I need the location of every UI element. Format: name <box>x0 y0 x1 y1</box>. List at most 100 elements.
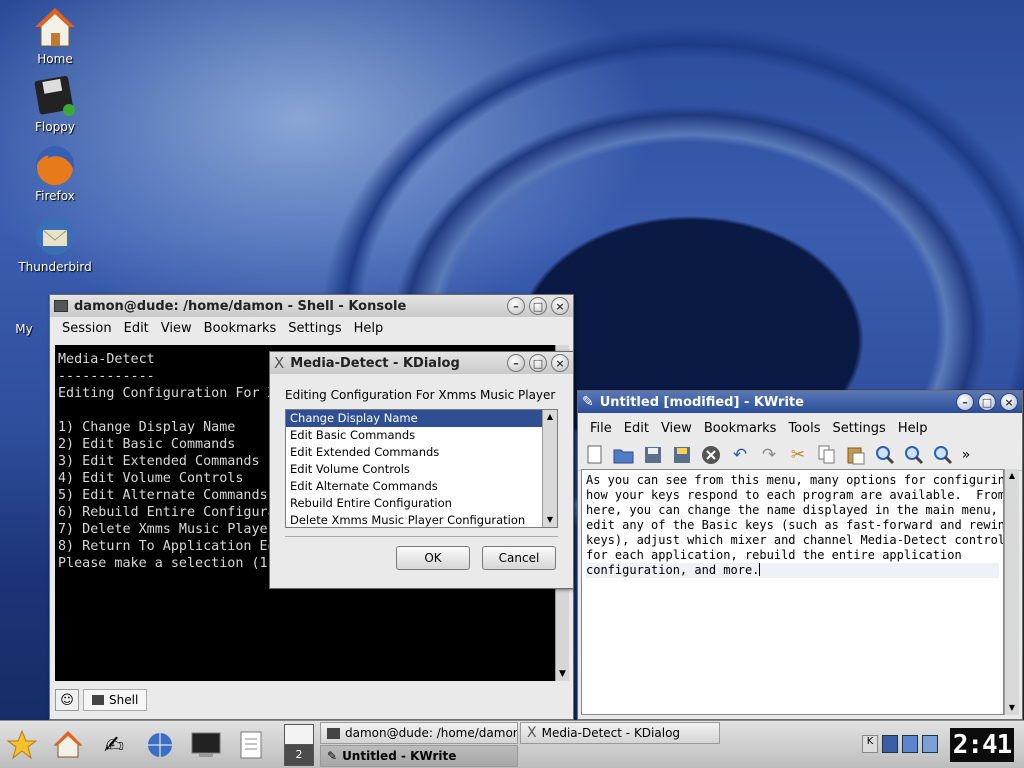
display-settings-icon[interactable] <box>902 735 918 753</box>
maximize-icon[interactable]: □ <box>529 354 547 372</box>
kdialog-window[interactable]: X Media-Detect - KDialog – □ × Editing C… <box>269 351 574 589</box>
options-listbox[interactable]: Change Display Name Edit Basic Commands … <box>285 409 558 528</box>
editor-line: how your keys respond to each program ar… <box>586 488 1004 502</box>
list-item[interactable]: Edit Volume Controls <box>286 461 542 478</box>
home-icon <box>33 6 77 50</box>
keyboard-layout-icon[interactable] <box>882 735 898 753</box>
list-item[interactable]: Edit Basic Commands <box>286 427 542 444</box>
close-document-icon[interactable] <box>698 442 724 468</box>
minimize-icon[interactable]: – <box>507 297 525 315</box>
list-item[interactable]: Edit Extended Commands <box>286 444 542 461</box>
list-item[interactable]: Delete Xmms Music Player Configuration <box>286 512 542 529</box>
menu-view[interactable]: View <box>155 321 198 336</box>
maximize-icon[interactable]: □ <box>529 297 547 315</box>
more-chevron-icon[interactable]: » <box>959 442 973 468</box>
kwrite-titlebar[interactable]: ✎ Untitled [modified] - KWrite – □ × <box>578 391 1022 413</box>
minimize-icon[interactable]: – <box>956 393 974 411</box>
office-launcher-icon[interactable] <box>234 727 270 763</box>
save-icon[interactable] <box>640 442 666 468</box>
tab-label: Shell <box>109 693 139 707</box>
kwrite-window[interactable]: ✎ Untitled [modified] - KWrite – □ × Fil… <box>577 390 1023 720</box>
menu-edit[interactable]: Edit <box>618 421 655 436</box>
pager-desktop-2[interactable]: 2 <box>285 745 313 765</box>
tab-shell[interactable]: Shell <box>83 689 148 711</box>
menu-help[interactable]: Help <box>892 421 934 436</box>
desktop-icon-label: Firefox <box>35 189 75 203</box>
copy-icon[interactable] <box>814 442 840 468</box>
window-title: damon@dude: /home/damon - Shell - Konsol… <box>74 298 407 314</box>
desktop-icon-floppy[interactable]: Floppy <box>10 74 100 134</box>
editor-line: As you can see from this menu, many opti… <box>586 473 1004 487</box>
browser-launcher-icon[interactable] <box>142 727 178 763</box>
klipper-icon[interactable]: K <box>862 735 878 753</box>
menu-session[interactable]: Session <box>56 321 118 336</box>
open-folder-icon[interactable] <box>611 442 637 468</box>
editor-line: here, you can change the name displayed … <box>586 503 998 517</box>
scroll-down-icon[interactable]: ▼ <box>556 667 569 681</box>
konsole-titlebar[interactable]: damon@dude: /home/damon - Shell - Konsol… <box>50 295 573 317</box>
terminal-tab-icon <box>92 695 104 705</box>
desktop-pager[interactable]: 2 <box>284 724 314 766</box>
editor-scrollbar[interactable]: ▲ ▼ <box>1004 469 1019 715</box>
editor-line: edit any of the Basic keys (such as fast… <box>586 518 1004 532</box>
undo-icon[interactable]: ↶ <box>727 442 753 468</box>
scroll-down-icon[interactable]: ▼ <box>1005 701 1019 715</box>
clock[interactable]: 2:41 <box>950 728 1014 762</box>
kdialog-titlebar[interactable]: X Media-Detect - KDialog – □ × <box>270 352 573 374</box>
x-task-icon: X <box>527 725 537 741</box>
menu-view[interactable]: View <box>655 421 698 436</box>
menu-settings[interactable]: Settings <box>826 421 891 436</box>
list-scrollbar[interactable]: ▲ ▼ <box>542 410 557 527</box>
zoom-out-icon[interactable] <box>930 442 956 468</box>
text-editor[interactable]: As you can see from this menu, many opti… <box>581 469 1004 715</box>
task-konsole[interactable]: damon@dude: /home/damon - Shell - Konsol… <box>320 722 518 744</box>
editor-line: configuration, and more. <box>586 563 760 577</box>
menu-settings[interactable]: Settings <box>282 321 347 336</box>
home-launcher-icon[interactable] <box>50 727 86 763</box>
kmenu-star-icon[interactable] <box>4 727 40 763</box>
find-icon[interactable] <box>872 442 898 468</box>
desktop-icon-label: Home <box>37 52 73 66</box>
menu-bookmarks[interactable]: Bookmarks <box>198 321 283 336</box>
list-item[interactable]: Edit Alternate Commands <box>286 478 542 495</box>
task-label: damon@dude: /home/damon - Shell - Konsol… <box>345 726 518 740</box>
list-item[interactable]: Rebuild Entire Configuration <box>286 495 542 512</box>
save-as-icon[interactable] <box>669 442 695 468</box>
menu-tools[interactable]: Tools <box>782 421 826 436</box>
task-kdialog[interactable]: X Media-Detect - KDialog <box>520 722 720 744</box>
desktop-icon-label: Thunderbird <box>18 260 92 274</box>
zoom-in-icon[interactable] <box>901 442 927 468</box>
close-icon[interactable]: × <box>551 297 569 315</box>
window-title: Media-Detect - KDialog <box>290 355 460 371</box>
menu-file[interactable]: File <box>584 421 618 436</box>
scroll-up-icon[interactable]: ▲ <box>1005 469 1019 483</box>
redo-icon[interactable]: ↷ <box>756 442 782 468</box>
text-cursor <box>759 563 761 576</box>
menu-edit[interactable]: Edit <box>118 321 155 336</box>
minimize-icon[interactable]: – <box>507 354 525 372</box>
menu-bookmarks[interactable]: Bookmarks <box>698 421 783 436</box>
pager-desktop-1[interactable] <box>285 725 313 745</box>
desktop-icon-my[interactable]: My <box>0 290 54 336</box>
cancel-button[interactable]: Cancel <box>482 546 556 570</box>
close-icon[interactable]: × <box>551 354 569 372</box>
task-kwrite[interactable]: ✎ Untitled - KWrite <box>320 745 518 767</box>
maximize-icon[interactable]: □ <box>978 393 996 411</box>
desktop-icon-firefox[interactable]: Firefox <box>10 143 100 203</box>
desktop-icon-home[interactable]: Home <box>10 6 100 66</box>
menu-help[interactable]: Help <box>348 321 390 336</box>
scroll-down-icon[interactable]: ▼ <box>543 513 557 527</box>
terminal-launcher-icon[interactable] <box>188 727 224 763</box>
new-session-icon[interactable]: ☺ <box>55 689 79 711</box>
cut-icon[interactable]: ✂ <box>785 442 811 468</box>
new-document-icon[interactable] <box>582 442 608 468</box>
help-launcher-icon[interactable]: ✍ <box>96 727 132 763</box>
close-icon[interactable]: × <box>1000 393 1018 411</box>
konsole-menubar: Session Edit View Bookmarks Settings Hel… <box>50 317 573 339</box>
ok-button[interactable]: OK <box>396 546 470 570</box>
paste-icon[interactable] <box>843 442 869 468</box>
list-item[interactable]: Change Display Name <box>286 410 542 427</box>
scroll-up-icon[interactable]: ▲ <box>543 410 557 424</box>
desktop-icon-thunderbird[interactable]: Thunderbird <box>10 214 100 274</box>
network-icon[interactable] <box>922 735 938 753</box>
